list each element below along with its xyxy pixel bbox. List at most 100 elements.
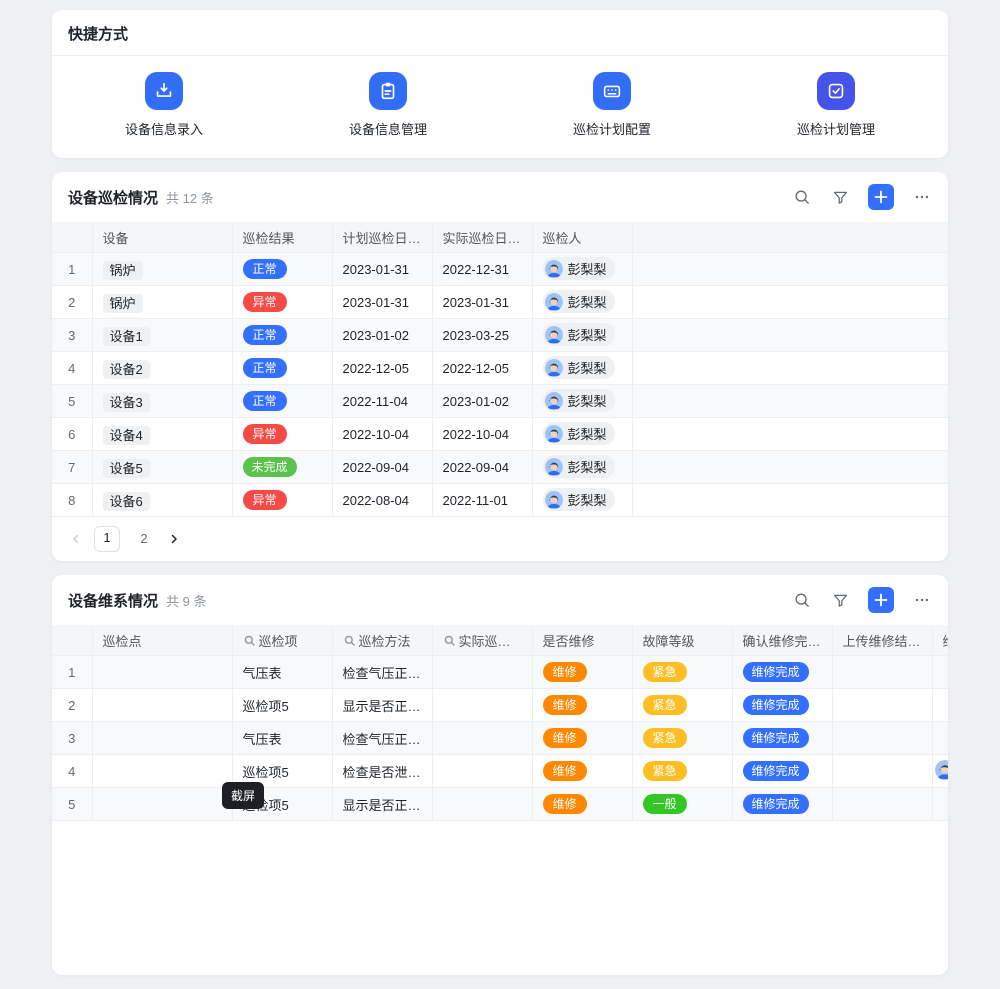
confirm-badge[interactable]: 维修完成: [743, 662, 809, 682]
table-row[interactable]: 1 气压表 检查气压正… 维修 紧急 维修完成: [52, 656, 948, 689]
col-device[interactable]: 设备: [92, 222, 232, 253]
col-method[interactable]: 巡检方法: [332, 625, 432, 656]
table-row[interactable]: 1 锅炉 正常 2023-01-31 2022-12-31 彭梨梨: [52, 253, 948, 286]
col-point[interactable]: 巡检点: [92, 625, 232, 656]
result-badge[interactable]: 异常: [243, 490, 287, 510]
avatar: [545, 359, 563, 377]
repair-badge[interactable]: 维修: [543, 794, 587, 814]
maintenance-count: 共 9 条: [166, 591, 206, 610]
repair-badge[interactable]: 维修: [543, 662, 587, 682]
table-row[interactable]: 3 气压表 检查气压正… 维修 紧急 维修完成: [52, 722, 948, 755]
col-inspector[interactable]: 巡检人: [532, 222, 632, 253]
table-row[interactable]: 8 设备6 异常 2022-08-04 2022-11-01 彭梨梨: [52, 484, 948, 517]
table-row[interactable]: 3 设备1 正常 2023-01-02 2023-03-25 彭梨梨: [52, 319, 948, 352]
shortcut-plan-manage[interactable]: 巡检计划管理: [724, 72, 948, 138]
result-badge[interactable]: 异常: [243, 424, 287, 444]
inspector-chip[interactable]: 彭梨梨: [543, 290, 615, 313]
col-item[interactable]: 巡检项: [232, 625, 332, 656]
device-tag[interactable]: 设备5: [103, 459, 150, 478]
table-row[interactable]: 2 巡检项5 显示是否正… 维修 紧急 维修完成: [52, 689, 948, 722]
level-badge[interactable]: 紧急: [643, 761, 687, 781]
inspector-chip[interactable]: 彭梨梨: [543, 257, 615, 280]
search-icon[interactable]: [792, 187, 812, 207]
device-tag[interactable]: 设备3: [103, 393, 150, 412]
shortcut-device-info-manage[interactable]: 设备信息管理: [276, 72, 500, 138]
result-badge[interactable]: 正常: [243, 391, 287, 411]
upload-cell: [832, 656, 932, 689]
table-row[interactable]: 6 设备4 异常 2022-10-04 2022-10-04 彭梨梨: [52, 418, 948, 451]
page-button-2[interactable]: 2: [132, 527, 156, 551]
device-tag[interactable]: 锅炉: [103, 294, 143, 313]
level-badge[interactable]: 紧急: [643, 728, 687, 748]
device-tag[interactable]: 设备1: [103, 327, 150, 346]
shortcut-plan-config[interactable]: 巡检计划配置: [500, 72, 724, 138]
result-badge[interactable]: 异常: [243, 292, 287, 312]
table-row[interactable]: 5 设备3 正常 2022-11-04 2023-01-02 彭梨梨: [52, 385, 948, 418]
repair-badge[interactable]: 维修: [543, 728, 587, 748]
shortcut-device-info-entry[interactable]: 设备信息录入: [52, 72, 276, 138]
confirm-badge[interactable]: 维修完成: [743, 761, 809, 781]
planned-date: 2022-08-04: [332, 484, 432, 517]
inspector-name: 彭梨梨: [568, 490, 607, 509]
device-tag[interactable]: 设备4: [103, 426, 150, 445]
repair-badge[interactable]: 维修: [543, 695, 587, 715]
confirm-badge[interactable]: 维修完成: [743, 794, 809, 814]
device-tag[interactable]: 设备2: [103, 360, 150, 379]
inspector-chip[interactable]: 彭梨梨: [543, 389, 615, 412]
prev-page-icon[interactable]: [70, 533, 82, 545]
table-row[interactable]: 4 设备2 正常 2022-12-05 2022-12-05 彭梨梨: [52, 352, 948, 385]
page-button-1[interactable]: 1: [94, 526, 120, 552]
col-planned-date[interactable]: 计划巡检日…: [332, 222, 432, 253]
result-badge[interactable]: 正常: [243, 358, 287, 378]
avatar: [545, 458, 563, 476]
table-row[interactable]: 5 巡检项5 显示是否正… 维修 一般 维修完成: [52, 788, 948, 821]
maintenance-toolbar: [792, 587, 932, 613]
table-row[interactable]: 2 锅炉 异常 2023-01-31 2023-01-31 彭梨梨: [52, 286, 948, 319]
level-badge[interactable]: 紧急: [643, 662, 687, 682]
repair-badge[interactable]: 维修: [543, 761, 587, 781]
filter-icon[interactable]: [830, 187, 850, 207]
col-upload[interactable]: 上传维修结…: [832, 625, 932, 656]
item-cell: 气压表: [232, 722, 332, 755]
result-badge[interactable]: 未完成: [243, 457, 297, 477]
row-number: 4: [52, 352, 92, 385]
confirm-badge[interactable]: 维修完成: [743, 728, 809, 748]
next-page-icon[interactable]: [168, 533, 180, 545]
actual-cell: [432, 755, 532, 788]
inspector-chip[interactable]: 彭梨梨: [543, 455, 615, 478]
device-tag[interactable]: 设备6: [103, 492, 150, 511]
col-repair[interactable]: 是否维修: [532, 625, 632, 656]
col-actual[interactable]: 实际巡…: [432, 625, 532, 656]
lookup-icon: [243, 634, 255, 646]
level-badge[interactable]: 紧急: [643, 695, 687, 715]
inspector-chip[interactable]: 彭梨梨: [543, 422, 615, 445]
col-result[interactable]: 巡检结果: [232, 222, 332, 253]
inspector-chip[interactable]: 彭梨梨: [543, 488, 615, 511]
planned-date: 2023-01-02: [332, 319, 432, 352]
device-tag[interactable]: 锅炉: [103, 261, 143, 280]
table-row[interactable]: 7 设备5 未完成 2022-09-04 2022-09-04 彭梨梨: [52, 451, 948, 484]
col-level[interactable]: 故障等级: [632, 625, 732, 656]
shortcut-label: 设备信息录入: [125, 119, 203, 138]
inspector-chip[interactable]: 彭梨梨: [543, 323, 615, 346]
search-icon[interactable]: [792, 590, 812, 610]
table-row[interactable]: 4 巡检项5 检查是否泄… 维修 紧急 维修完成: [52, 755, 948, 788]
add-record-button[interactable]: [868, 184, 894, 210]
actual-date: 2023-03-25: [432, 319, 532, 352]
confirm-badge[interactable]: 维修完成: [743, 695, 809, 715]
more-icon[interactable]: [912, 590, 932, 610]
inspector-name: 彭梨梨: [568, 358, 607, 377]
col-truncated[interactable]: 维: [932, 625, 948, 656]
check-square-icon: [817, 72, 855, 110]
row-number: 2: [52, 286, 92, 319]
add-record-button[interactable]: [868, 587, 894, 613]
result-badge[interactable]: 正常: [243, 259, 287, 279]
inspector-chip[interactable]: 彭梨梨: [543, 356, 615, 379]
col-actual-date[interactable]: 实际巡检日…: [432, 222, 532, 253]
more-icon[interactable]: [912, 187, 932, 207]
level-badge[interactable]: 一般: [643, 794, 687, 814]
col-confirm[interactable]: 确认维修完…: [732, 625, 832, 656]
result-badge[interactable]: 正常: [243, 325, 287, 345]
inspector-name: 彭梨梨: [568, 292, 607, 311]
filter-icon[interactable]: [830, 590, 850, 610]
